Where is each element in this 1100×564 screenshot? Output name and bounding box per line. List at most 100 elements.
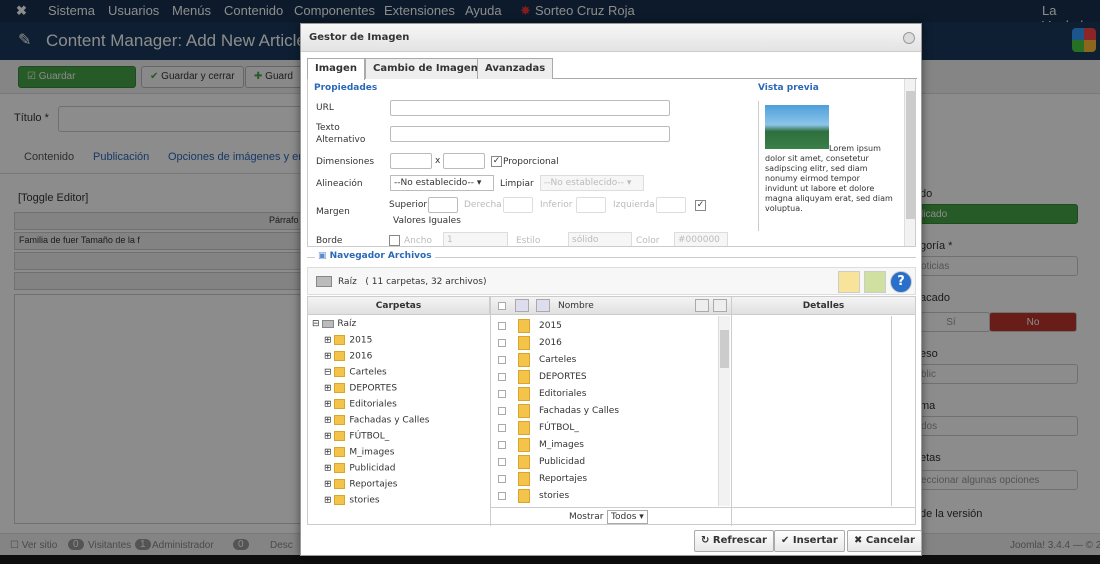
file-browser: ▣ Navegador Archivos Raíz ( 11 carpetas,… <box>307 247 916 526</box>
file-row[interactable]: FÚTBOL_ <box>491 421 718 435</box>
file-checkbox[interactable] <box>498 492 506 500</box>
folder-icon <box>518 404 530 418</box>
margin-bottom-input[interactable] <box>576 197 606 213</box>
file-row[interactable]: Fachadas y Calles <box>491 404 718 418</box>
url-input[interactable] <box>390 100 670 116</box>
tree-item[interactable]: ⊞ Fachadas y Calles <box>324 415 429 426</box>
tree-item[interactable]: ⊞ stories <box>324 495 380 506</box>
show-label: Mostrar <box>569 512 604 522</box>
tab-imagen[interactable]: Imagen <box>307 58 365 80</box>
search-icon[interactable] <box>713 299 727 312</box>
refresh-button[interactable]: ↻ Refrescar <box>694 530 774 552</box>
select-all-checkbox[interactable] <box>498 302 506 310</box>
file-row[interactable]: Reportajes <box>491 472 718 486</box>
file-checkbox[interactable] <box>498 339 506 347</box>
drive-icon <box>322 319 335 328</box>
border-width-select[interactable]: 1 <box>443 232 508 246</box>
equal-values-checkbox[interactable]: ✓ <box>695 200 706 211</box>
margin-label: Margen <box>316 207 350 217</box>
file-row[interactable]: DEPORTES <box>491 370 718 384</box>
file-checkbox[interactable] <box>498 322 506 330</box>
tab-avanzadas[interactable]: Avanzadas <box>477 58 554 79</box>
dialog-tabs: Imagen Cambio de Imagen Avanzadas <box>307 58 917 80</box>
folder-icon <box>334 383 346 393</box>
new-folder-icon[interactable] <box>838 271 860 293</box>
folder-icon <box>518 421 530 435</box>
file-row[interactable]: M_images <box>491 438 718 452</box>
file-row[interactable]: Editoriales <box>491 387 718 401</box>
tree-item[interactable]: ⊞ 2015 <box>324 335 372 346</box>
properties-scrollbar[interactable] <box>904 79 915 246</box>
file-checkbox[interactable] <box>498 407 506 415</box>
folder-icon <box>518 387 530 401</box>
border-style-select[interactable]: sólido <box>568 232 632 246</box>
clear-select[interactable]: --No establecido-- ▾ <box>540 175 644 191</box>
margin-bottom-label: Inferior <box>540 200 573 210</box>
upload-icon[interactable] <box>864 271 886 293</box>
preview-text: Lorem ipsum dolor sit amet, consetetur s… <box>765 144 893 213</box>
tree-item[interactable]: ⊞ Publicidad <box>324 463 395 474</box>
folder-icon <box>334 431 346 441</box>
file-checkbox[interactable] <box>498 390 506 398</box>
alt-text-input[interactable] <box>390 126 670 142</box>
tree-item[interactable]: ⊞ M_images <box>324 447 394 458</box>
margin-top-input[interactable] <box>428 197 458 213</box>
dialog-header: Gestor de Imagen <box>301 24 921 52</box>
folder-icon <box>518 455 530 469</box>
alt-label-line2: Alternativo <box>316 135 366 145</box>
close-icon: ✖ <box>854 535 866 546</box>
insert-button[interactable]: ✔ Insertar <box>774 530 845 552</box>
file-row[interactable]: 2015 <box>491 319 718 333</box>
sort-type-icon[interactable] <box>515 299 529 312</box>
margin-right-input[interactable] <box>503 197 533 213</box>
column-divider <box>731 297 732 526</box>
sort-name-icon[interactable] <box>536 299 550 312</box>
tree-root[interactable]: ⊟ Raíz <box>312 319 356 329</box>
folder-icon <box>518 472 530 486</box>
width-input[interactable] <box>390 153 432 169</box>
file-checkbox[interactable] <box>498 424 506 432</box>
cancel-button[interactable]: ✖ Cancelar <box>847 530 922 552</box>
tree-item[interactable]: ⊞ 2016 <box>324 351 372 362</box>
folder-icon <box>334 495 346 505</box>
close-icon[interactable] <box>903 32 915 44</box>
border-color-input[interactable]: #000000 <box>674 232 728 246</box>
file-row[interactable]: stories <box>491 489 718 503</box>
folder-icon <box>518 438 530 452</box>
list-view-icon[interactable] <box>695 299 709 312</box>
margin-right-label: Derecha <box>464 200 502 210</box>
file-checkbox[interactable] <box>498 458 506 466</box>
file-row[interactable]: 2016 <box>491 336 718 350</box>
border-color-label: Color <box>636 236 660 246</box>
tree-item[interactable]: ⊞ FÚTBOL_ <box>324 431 389 442</box>
tab-cambio-imagen[interactable]: Cambio de Imagen <box>365 58 486 79</box>
margin-left-input[interactable] <box>656 197 686 213</box>
tree-item[interactable]: ⊞ Editoriales <box>324 399 397 410</box>
files-column-header: Nombre <box>491 297 731 315</box>
file-checkbox[interactable] <box>498 356 506 364</box>
tree-item[interactable]: ⊞ DEPORTES <box>324 383 397 394</box>
height-input[interactable] <box>443 153 485 169</box>
margin-left-label: Izquierda <box>613 200 655 210</box>
browser-columns: Carpetas ⊟ Raíz ⊞ 2015 ⊞ 2016 ⊟ Carteles… <box>307 296 916 526</box>
folder-icon <box>518 353 530 367</box>
tree-item[interactable]: ⊟ Carteles <box>324 367 387 378</box>
show-select[interactable]: Todos ▾ <box>607 510 648 524</box>
file-checkbox[interactable] <box>498 475 506 483</box>
file-row[interactable]: Publicidad <box>491 455 718 469</box>
scroll-thumb[interactable] <box>906 91 915 219</box>
files-scrollbar[interactable] <box>718 316 730 506</box>
file-checkbox[interactable] <box>498 373 506 381</box>
name-column-label[interactable]: Nombre <box>558 301 594 311</box>
file-checkbox[interactable] <box>498 441 506 449</box>
tree-item[interactable]: ⊞ Reportajes <box>324 479 397 490</box>
alignment-select[interactable]: --No establecido-- ▾ <box>390 175 494 191</box>
scroll-thumb[interactable] <box>720 330 729 368</box>
proportional-checkbox[interactable]: ✓ <box>491 156 502 167</box>
properties-heading: Propiedades <box>314 83 378 93</box>
clear-label: Limpiar <box>500 179 534 189</box>
help-icon[interactable]: ? <box>890 271 912 293</box>
file-row[interactable]: Carteles <box>491 353 718 367</box>
path-root[interactable]: Raíz ( 11 carpetas, 32 archivos) <box>338 277 486 287</box>
border-checkbox[interactable] <box>389 235 400 246</box>
